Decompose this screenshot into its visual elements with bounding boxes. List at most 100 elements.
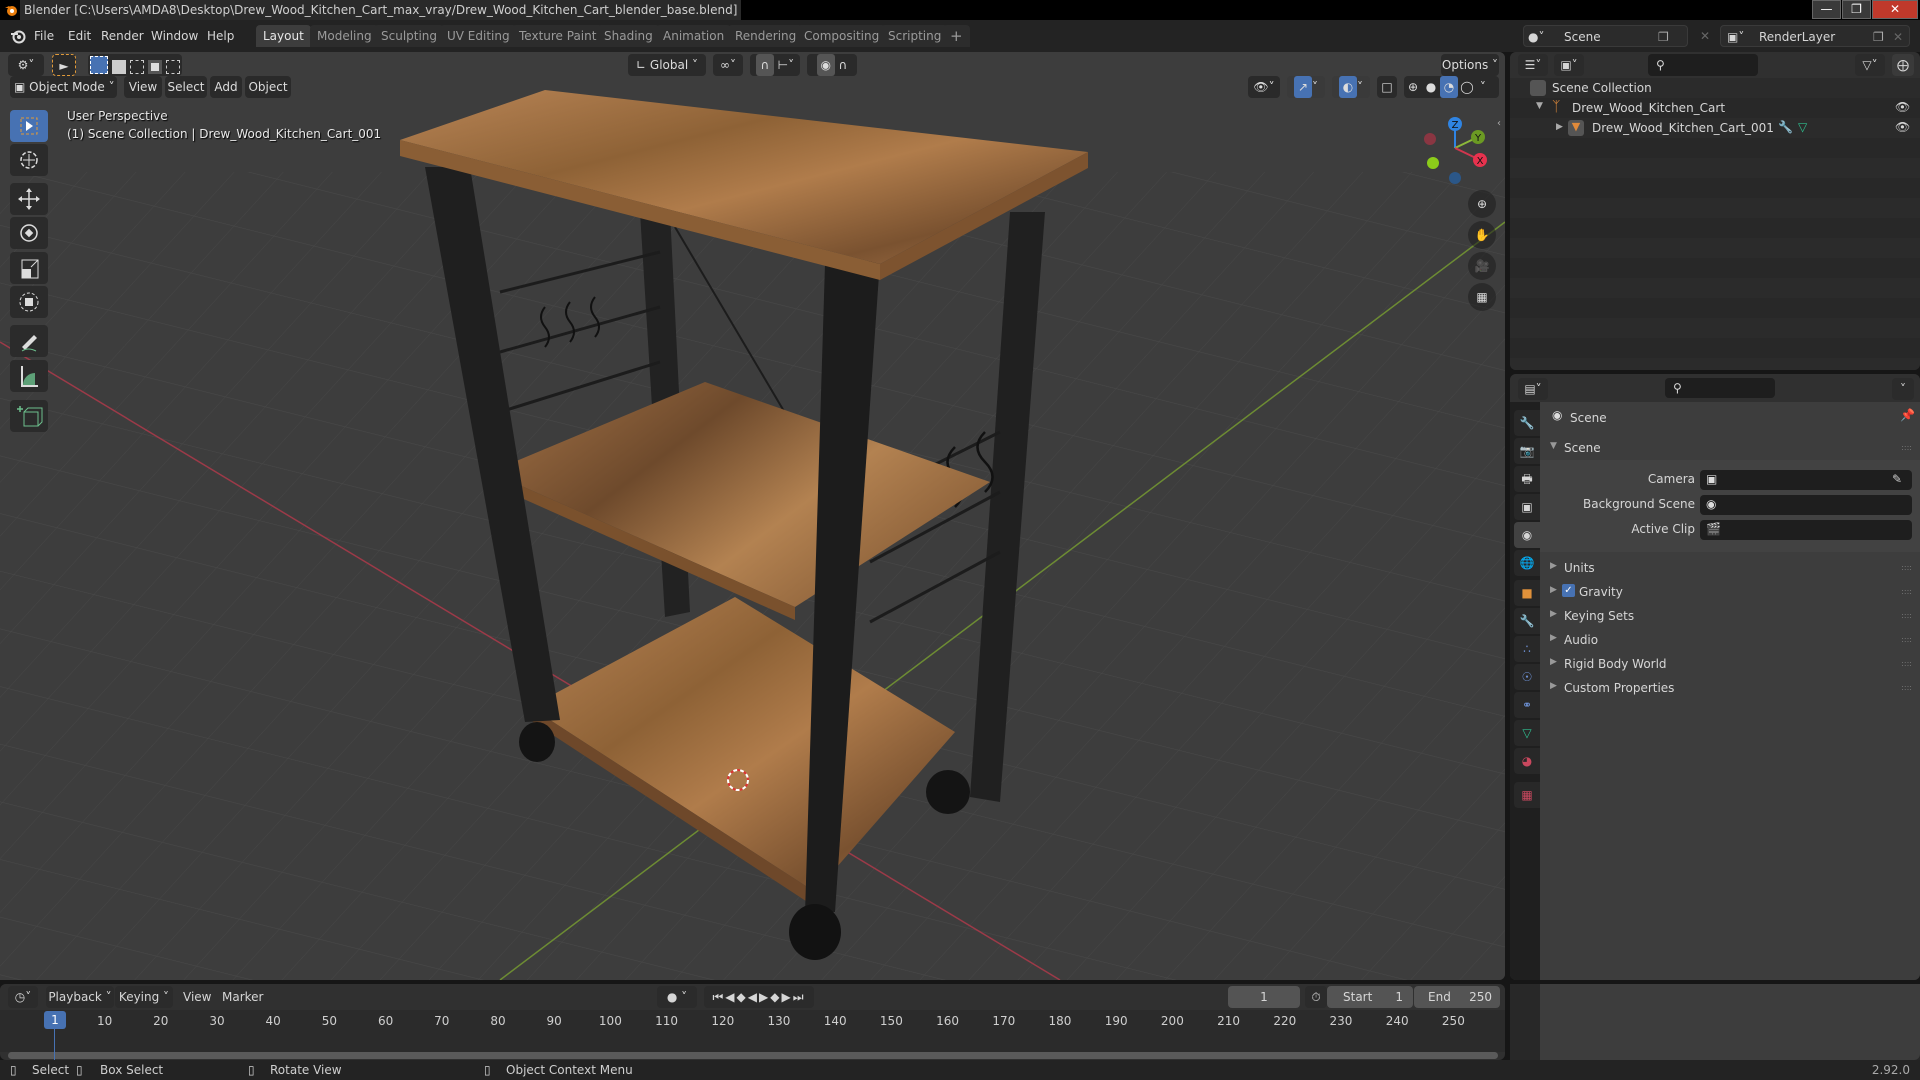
tab-uv-editing[interactable]: UV Editing [440, 25, 517, 47]
view-layer-selector[interactable]: ▣˅ RenderLayer ❐ ✕ [1720, 25, 1910, 47]
scene-selector[interactable]: ●˅ Scene ❐ [1523, 25, 1688, 47]
pan-view-button[interactable]: ✋ [1468, 221, 1496, 249]
tool-annotate[interactable] [10, 325, 48, 357]
display-mode-dropdown[interactable]: ▣˅ [1554, 54, 1584, 76]
duplicate-scene-icon[interactable]: ❐ [1658, 26, 1678, 48]
next-keyframe-icon[interactable]: ◆▶ [770, 990, 792, 1004]
tab-tool[interactable]: 🔧 [1514, 410, 1540, 436]
timeline-menu-marker[interactable]: Marker [222, 987, 263, 1007]
background-scene-field[interactable]: ◉ [1700, 495, 1912, 515]
mode-invert-icon[interactable] [148, 60, 162, 74]
shading-wireframe-icon[interactable]: ⊕ [1404, 76, 1422, 98]
tool-rotate[interactable] [10, 217, 48, 249]
menu-object[interactable]: Object [245, 76, 291, 98]
tool-scale[interactable] [10, 252, 48, 284]
pivot-point-dropdown[interactable]: ∞˅ [713, 54, 743, 76]
tab-physics[interactable]: ☉ [1514, 664, 1540, 690]
panel-audio[interactable]: ▶ Audio :::: [1540, 628, 1918, 652]
mode-extend-icon[interactable] [112, 60, 126, 74]
menu-edit[interactable]: Edit [68, 26, 91, 46]
frame-ruler[interactable]: 10 20 30 40 50 60 70 80 90 100 110 120 130 140 150 160 1… [0, 1010, 1505, 1052]
add-workspace-button[interactable]: + [943, 25, 970, 47]
tab-data[interactable]: ▽ [1514, 720, 1540, 746]
tab-compositing[interactable]: Compositing [797, 25, 887, 47]
gizmo-toggle[interactable]: ↗ ˅ [1287, 76, 1325, 98]
panel-keying-sets[interactable]: ▶ Keying Sets :::: [1540, 604, 1918, 628]
tab-scripting[interactable]: Scripting [881, 25, 949, 47]
jump-start-icon[interactable]: ⏮ [712, 990, 725, 1004]
camera-field[interactable]: ▣ ✎ [1700, 470, 1912, 490]
drag-grip-icon[interactable]: :::: [1901, 443, 1912, 452]
shading-material-icon[interactable]: ◔ [1440, 76, 1458, 98]
outliner-search-input[interactable]: ⚲ [1648, 54, 1758, 76]
duplicate-view-layer-icon[interactable]: ❐ [1873, 26, 1884, 48]
menu-render[interactable]: Render [101, 26, 144, 46]
shading-solid-icon[interactable]: ● [1422, 76, 1440, 98]
tab-object[interactable]: ■ [1514, 580, 1540, 606]
drag-grip-icon[interactable]: :::: [1901, 683, 1912, 692]
pin-icon[interactable]: 📌 [1900, 408, 1915, 422]
mode-new-icon[interactable] [90, 56, 108, 74]
preview-range-toggle[interactable]: ⏱ [1305, 986, 1327, 1008]
play-reverse-icon[interactable]: ◀ [748, 990, 759, 1004]
tool-transform[interactable] [10, 286, 48, 318]
menu-select[interactable]: Select [165, 76, 207, 98]
tool-add-cube[interactable] [10, 400, 48, 432]
active-clip-field[interactable]: 🎬 [1700, 520, 1912, 540]
tab-sculpting[interactable]: Sculpting [374, 25, 445, 47]
outliner-row-cart-001[interactable]: ▶ ▼ Drew_Wood_Kitchen_Cart_001 🔧 ▽ 👁 [1510, 118, 1920, 138]
zoom-view-button[interactable]: ⊕ [1468, 190, 1496, 218]
playback-dropdown[interactable]: Playback ˅ [46, 986, 114, 1008]
mesh-data-icon[interactable]: ▽ [1798, 120, 1807, 134]
timeline-track-area[interactable] [0, 1034, 1505, 1052]
proportional-edit-icon[interactable]: ◉ [816, 54, 835, 76]
tab-render[interactable]: 📷 [1514, 438, 1540, 464]
falloff-icon[interactable]: ∩ [839, 58, 848, 72]
tab-texture-paint[interactable]: Texture Paint [512, 25, 604, 47]
tool-move[interactable] [10, 183, 48, 215]
snap-dropdown[interactable]: ∩ ⊢˅ [750, 54, 800, 76]
tab-scene[interactable]: ◉ [1514, 522, 1540, 548]
tab-material[interactable]: ◕ [1514, 748, 1540, 774]
gizmo-neg-z[interactable] [1449, 172, 1461, 184]
sidebar-toggle-icon[interactable]: ‹ [1497, 118, 1501, 129]
properties-options-dropdown[interactable]: ˅ [1892, 378, 1914, 400]
object-mode-dropdown[interactable]: ▣ Object Mode ˅ [10, 76, 117, 98]
keying-dropdown[interactable]: Keying ˅ [115, 986, 173, 1008]
properties-editor-type[interactable]: ▤˅ [1518, 378, 1548, 400]
tab-texture[interactable]: ▦ [1514, 782, 1540, 808]
eyedropper-icon[interactable]: ✎ [1892, 472, 1902, 486]
panel-gravity[interactable]: ▶ ✓ Gravity :::: [1540, 580, 1918, 604]
current-frame-field[interactable]: 1 [1228, 986, 1300, 1008]
outliner-row-scene-collection[interactable]: Scene Collection [1510, 78, 1920, 98]
panel-units[interactable]: ▶ Units :::: [1540, 556, 1918, 580]
snap-toggle-icon[interactable]: ∩ [755, 54, 774, 76]
proportional-edit-group[interactable]: ◉ ∩ [807, 54, 857, 76]
filter-dropdown[interactable]: ▽˅ [1855, 54, 1885, 76]
tool-measure[interactable] [10, 360, 48, 392]
tab-view-layer[interactable]: ▣ [1514, 494, 1540, 520]
3d-viewport[interactable]: ⚙˅ ► ∟ Global ˅ ∞˅ ∩ ⊢˅ ◉ ∩ Options ˅ ▣ … [0, 52, 1505, 980]
timeline-menu-view[interactable]: View [183, 987, 211, 1007]
start-frame-field[interactable]: Start 1 [1327, 986, 1413, 1008]
tab-rendering[interactable]: Rendering [728, 25, 804, 47]
minimize-button[interactable]: — [1812, 0, 1841, 19]
panel-scene-header[interactable]: ▼ Scene :::: [1540, 436, 1918, 460]
editor-type-button[interactable]: ⚙˅ [8, 54, 44, 76]
overlay-toggle[interactable]: ◐ ˅ [1332, 76, 1370, 98]
menu-help[interactable]: Help [207, 26, 234, 46]
timeline-editor-type[interactable]: ◷˅ [8, 986, 38, 1008]
options-dropdown[interactable]: Options ˅ [1441, 54, 1499, 76]
tool-select-box[interactable] [10, 110, 48, 142]
timeline-editor[interactable]: ◷˅ Playback ˅ Keying ˅ View Marker ● ˅ ⏮… [0, 984, 1505, 1060]
jump-end-icon[interactable]: ⏭ [793, 990, 806, 1004]
tab-modifiers[interactable]: 🔧 [1514, 608, 1540, 634]
menu-view[interactable]: View [124, 76, 162, 98]
mode-intersect-icon[interactable] [166, 60, 180, 74]
gizmo-neg-x[interactable] [1424, 133, 1436, 145]
tab-world[interactable]: 🌐 [1514, 550, 1540, 576]
tab-layout[interactable]: Layout [256, 25, 311, 47]
menu-window[interactable]: Window [151, 26, 198, 46]
new-collection-button[interactable]: ⨁ [1892, 54, 1914, 76]
menu-file[interactable]: File [34, 26, 54, 46]
